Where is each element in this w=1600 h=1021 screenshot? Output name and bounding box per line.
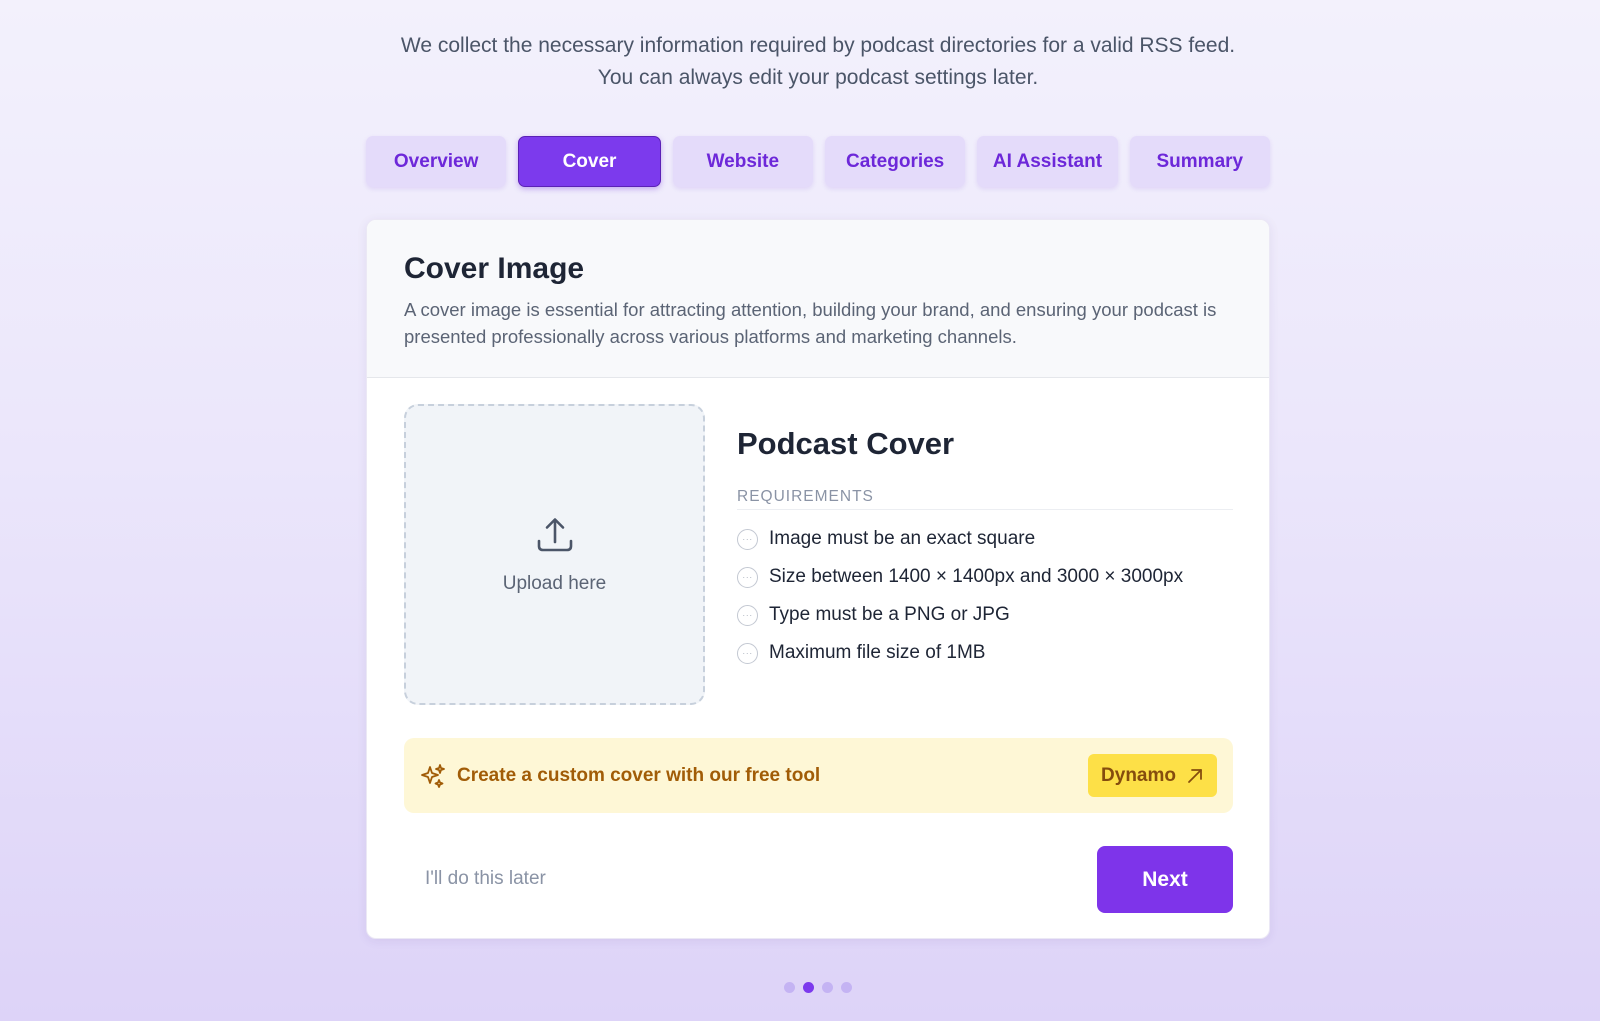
tab-cover[interactable]: Cover [518, 136, 661, 187]
custom-cover-promo: Create a custom cover with our free tool… [404, 738, 1233, 813]
promo-text: Create a custom cover with our free tool [457, 764, 821, 786]
tab-categories[interactable]: Categories [824, 136, 966, 187]
upload-label: Upload here [502, 572, 607, 594]
step-dot [784, 982, 795, 993]
next-button[interactable]: Next [1097, 846, 1233, 913]
step-indicator [784, 982, 852, 993]
requirement-text: Size between 1400 × 1400px and 3000 × 30… [769, 566, 1184, 587]
step-dot [841, 982, 852, 993]
step-dot [822, 982, 833, 993]
pending-icon: ··· [737, 566, 758, 588]
dynamo-label: Dynamo [1101, 764, 1176, 786]
card-header: Cover Image A cover image is essential f… [367, 220, 1269, 378]
upload-icon [537, 517, 572, 551]
sparkle-icon [421, 763, 445, 788]
card-title: Cover Image [404, 252, 585, 285]
pending-icon: ··· [737, 528, 758, 550]
requirements-label: REQUIREMENTS [737, 488, 1233, 510]
requirement-text: Maximum file size of 1MB [769, 642, 986, 663]
requirement-text: Image must be an exact square [769, 528, 1036, 549]
requirement-item: ··· Image must be an exact square [737, 520, 1233, 558]
tab-website[interactable]: Website [672, 136, 813, 187]
requirements-panel: Podcast Cover REQUIREMENTS ··· Image mus… [737, 420, 1233, 672]
step-tabs: Overview Cover Website Categories AI Ass… [366, 136, 1270, 187]
card-description: A cover image is essential for attractin… [404, 299, 1217, 347]
tab-ai-assistant[interactable]: AI Assistant [977, 136, 1118, 187]
requirement-text: Type must be a PNG or JPG [769, 604, 1010, 625]
requirements-list: ··· Image must be an exact square ··· Si… [737, 520, 1233, 672]
dynamo-link-button[interactable]: Dynamo [1088, 754, 1217, 797]
pending-icon: ··· [737, 604, 758, 626]
requirement-item: ··· Size between 1400 × 1400px and 3000 … [737, 558, 1233, 596]
skip-link[interactable]: I'll do this later [425, 868, 546, 890]
requirement-item: ··· Type must be a PNG or JPG [737, 596, 1233, 634]
tab-summary[interactable]: Summary [1129, 136, 1270, 187]
podcast-cover-title: Podcast Cover [737, 426, 955, 461]
cover-card: Cover Image A cover image is essential f… [366, 219, 1270, 939]
tab-overview[interactable]: Overview [366, 136, 507, 187]
intro-text: We collect the necessary information req… [400, 34, 1236, 89]
step-dot-active [803, 982, 814, 993]
requirement-item: ··· Maximum file size of 1MB [737, 634, 1233, 672]
upload-dropzone[interactable]: Upload here [404, 404, 705, 705]
pending-icon: ··· [737, 642, 758, 664]
arrow-up-right-icon [1188, 768, 1202, 783]
